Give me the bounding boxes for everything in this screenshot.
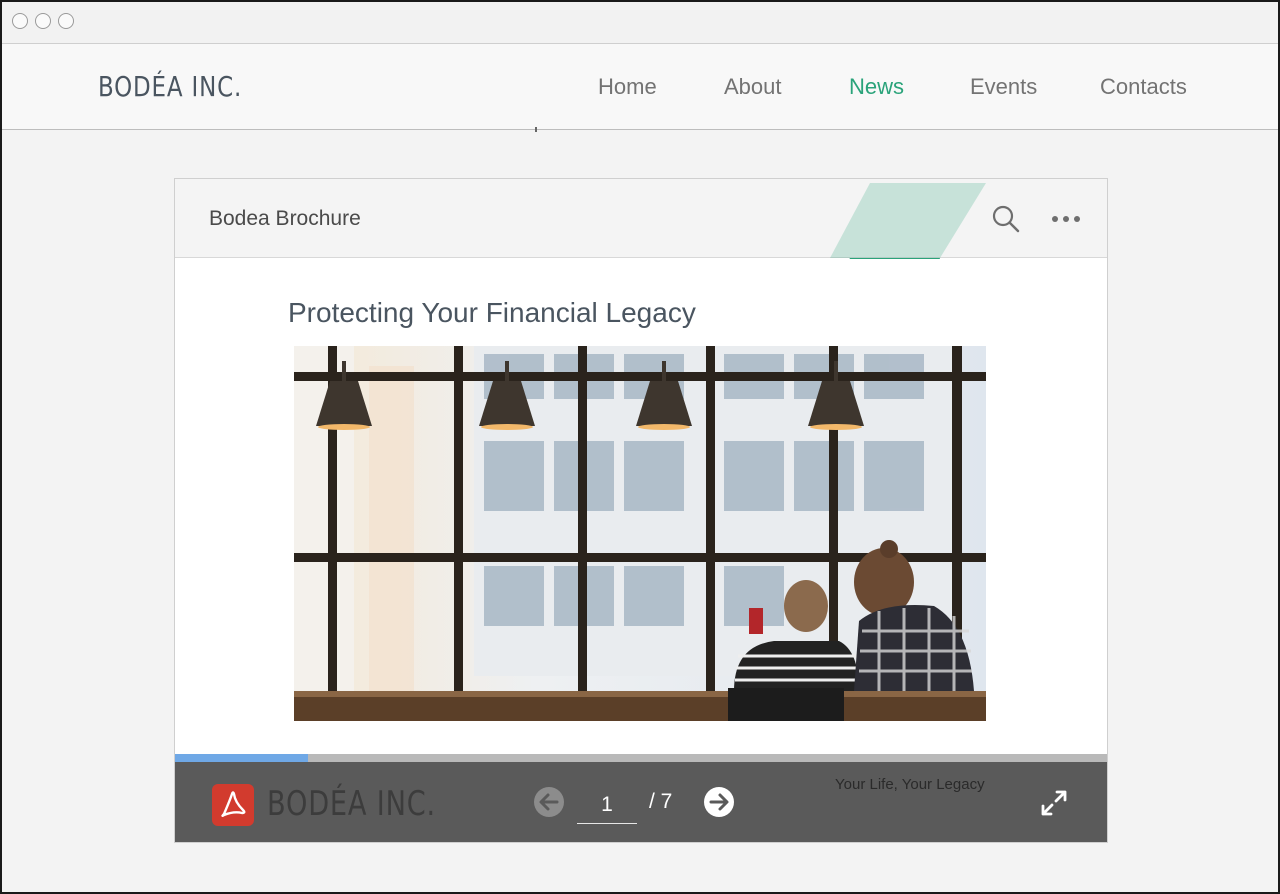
pdf-embed-viewer: Bodea Brochure Protecting Your Financial… [174, 178, 1108, 843]
site-header: BODÉA INC. Home About News Events Contac… [2, 44, 1278, 130]
arrow-right-icon [704, 787, 734, 817]
nav-events[interactable]: Events [970, 74, 1037, 100]
previous-page-button[interactable] [533, 786, 565, 818]
search-button[interactable] [990, 203, 1022, 235]
more-icon [1052, 216, 1080, 222]
document-page: Protecting Your Financial Legacy [175, 259, 1107, 754]
toolbar-brand-logo: BODÉA INC. [267, 784, 436, 824]
pdf-icon [212, 784, 254, 826]
nav-news[interactable]: News [849, 74, 904, 100]
reading-progress-fill [175, 754, 309, 762]
page-number-input[interactable] [577, 786, 637, 824]
fullscreen-icon [1041, 790, 1067, 816]
page-heading: Protecting Your Financial Legacy [288, 297, 696, 328]
more-options-button[interactable] [1048, 203, 1084, 235]
fullscreen-button[interactable] [1039, 788, 1069, 818]
document-title: Bodea Brochure [209, 207, 361, 230]
window-close-button[interactable] [12, 13, 28, 29]
reading-progress-bar [175, 754, 1107, 762]
nav-contacts[interactable]: Contacts [1100, 74, 1187, 100]
arrow-left-icon [534, 787, 564, 817]
page-footer-caption: Your Life, Your Legacy [835, 776, 985, 793]
office-window-photo [294, 346, 986, 721]
divider-mark [535, 127, 537, 132]
site-logo[interactable]: BODÉA INC. [98, 70, 242, 103]
search-icon [992, 205, 1020, 233]
next-page-button[interactable] [703, 786, 735, 818]
window-zoom-button[interactable] [58, 13, 74, 29]
nav-about[interactable]: About [724, 74, 782, 100]
nav-home[interactable]: Home [598, 74, 657, 100]
window-titlebar [2, 2, 1278, 44]
browser-window: BODÉA INC. Home About News Events Contac… [0, 0, 1280, 894]
page-total: / 7 [649, 790, 673, 813]
viewer-toolbar: BODÉA INC. / 7 Your Life, Your Legacy [175, 762, 1107, 842]
window-minimize-button[interactable] [35, 13, 51, 29]
